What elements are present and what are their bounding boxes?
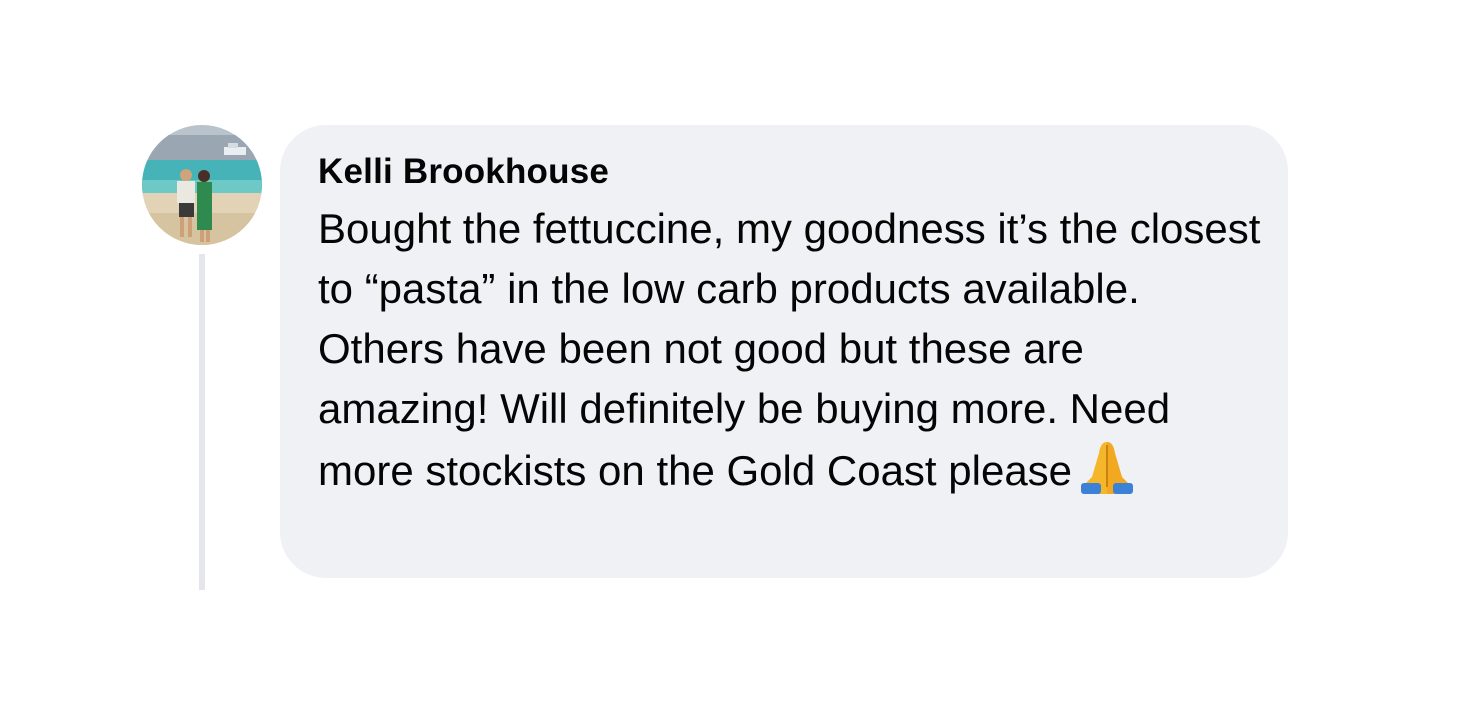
folded-hands-icon	[1078, 439, 1136, 511]
comment-bubble: Kelli Brookhouse Bought the fettuccine, …	[280, 125, 1288, 578]
comment-text: Bought the fettuccine, my goodness it’s …	[318, 199, 1263, 511]
profile-photo	[142, 125, 262, 245]
reply-thread-line	[199, 254, 205, 590]
avatar[interactable]	[142, 125, 262, 245]
comment-author-name[interactable]: Kelli Brookhouse	[318, 151, 1268, 193]
